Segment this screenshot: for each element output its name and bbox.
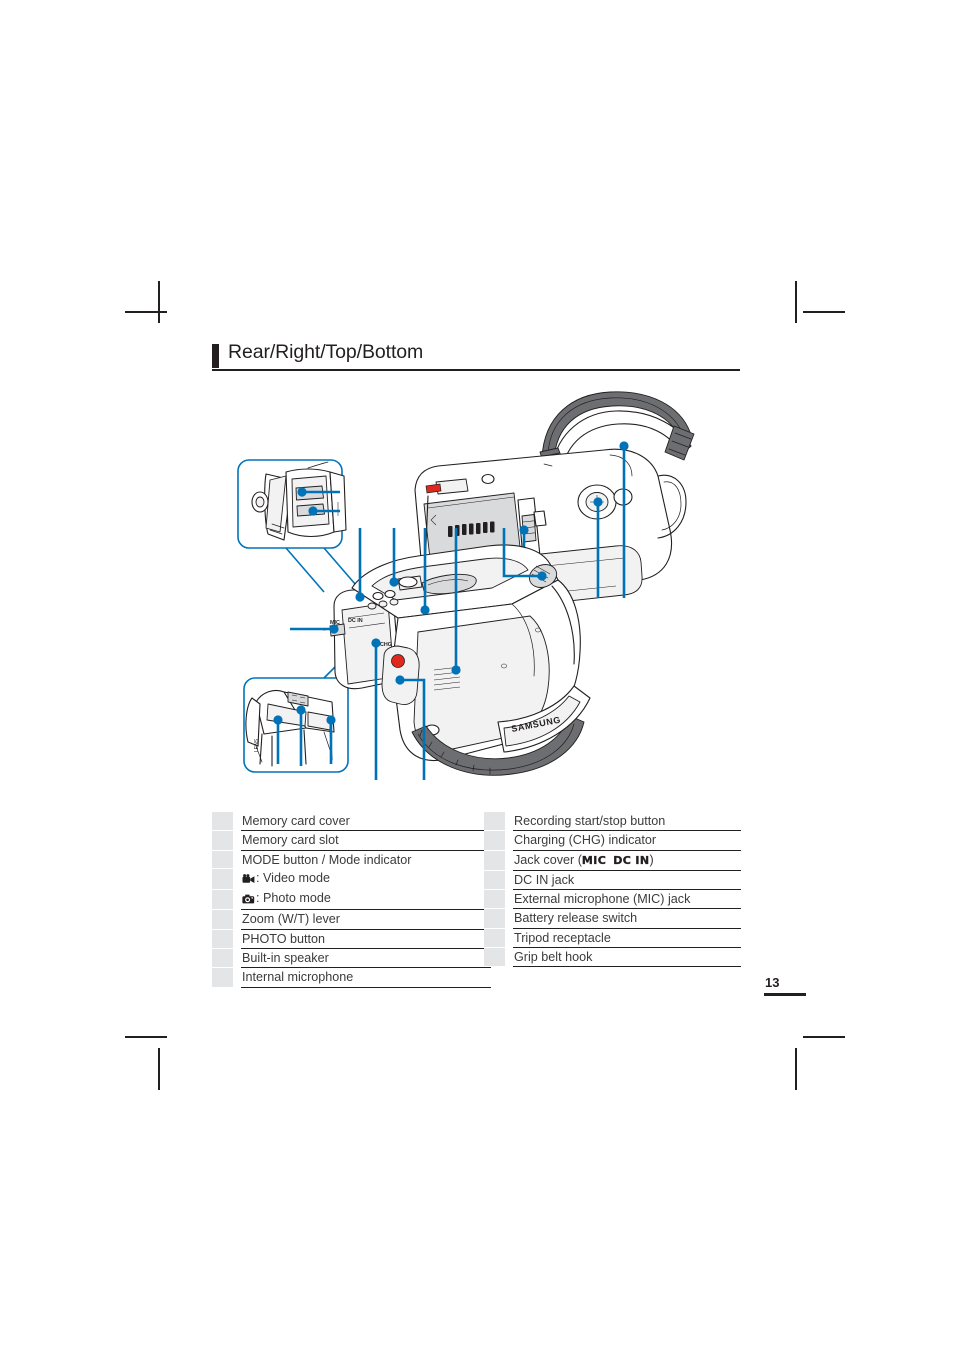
row-gap <box>233 948 241 968</box>
row-number-cell <box>212 889 233 911</box>
crop-mark-top-left-horizontal <box>125 311 167 313</box>
row-gap <box>233 850 241 869</box>
row-number-cell <box>484 830 505 851</box>
video-camera-icon <box>242 871 255 889</box>
row-number-cell <box>212 830 233 851</box>
crop-mark-bottom-left-horizontal <box>125 1036 167 1038</box>
table-row: DC IN jack <box>484 870 741 891</box>
row-number-cell <box>484 947 505 968</box>
row-number-cell <box>212 929 233 950</box>
table-row: Tripod receptacle <box>484 928 741 949</box>
row-gap <box>505 812 513 831</box>
table-row-jack-cover: Jack cover (MIC DC IN) <box>484 850 741 871</box>
row-gap <box>505 830 513 851</box>
table-row: Internal microphone <box>212 967 491 988</box>
heading-accent-bar <box>212 344 219 368</box>
row-label: External microphone (MIC) jack <box>513 889 741 910</box>
row-label: Jack cover ( <box>514 852 582 867</box>
page-number: 13 <box>765 975 780 990</box>
crop-mark-top-left-vertical <box>158 281 160 323</box>
row-gap <box>233 929 241 949</box>
row-number-cell <box>484 908 505 929</box>
table-row-photo-mode: : Photo mode <box>212 889 491 911</box>
table-row: Memory card slot <box>212 830 491 851</box>
callout-detail-b1 <box>273 715 283 764</box>
row-label: MODE button / Mode indicator <box>242 852 412 867</box>
table-row: Grip belt hook <box>484 947 741 968</box>
mic-label: MIC <box>581 853 607 867</box>
row-number-cell <box>212 909 233 930</box>
row-label: Memory card slot <box>241 830 491 851</box>
row-gap <box>233 967 241 988</box>
row-number-cell <box>212 868 233 890</box>
table-row: Battery release switch <box>484 908 741 929</box>
dc-in-label: DC IN <box>613 853 650 867</box>
crop-mark-bottom-left-vertical <box>158 1048 160 1090</box>
row-label: Zoom (W/T) lever <box>241 909 491 930</box>
row-gap <box>505 928 513 948</box>
row-number-cell <box>484 928 505 949</box>
row-number-cell <box>212 812 233 832</box>
row-label: Battery release switch <box>513 908 741 929</box>
row-gap <box>505 947 513 967</box>
callout-detail-b3 <box>326 715 336 764</box>
table-row: Built-in speaker <box>212 948 491 969</box>
main-camcorder-illustration: MIC DC IN CHG SAMSUNG <box>290 528 591 780</box>
row-label: PHOTO button <box>241 929 491 950</box>
table-row: Charging (CHG) indicator <box>484 830 741 851</box>
page-title: Rear/Right/Top/Bottom <box>228 341 424 363</box>
crop-mark-bottom-right-horizontal <box>803 1036 845 1038</box>
row-gap <box>505 889 513 909</box>
row-label: : Video mode <box>256 870 330 885</box>
svg-text:LENS: LENS <box>254 738 260 752</box>
row-number-cell <box>484 870 505 891</box>
memory-card-slot-detail-box <box>237 459 363 593</box>
camcorder-diagram: .ln { fill:none; stroke:#231f20; stroke-… <box>212 380 772 800</box>
row-gap <box>233 868 241 890</box>
photo-camera-icon <box>242 891 255 909</box>
row-number-cell <box>484 889 505 910</box>
row-gap <box>233 889 241 910</box>
row-gap <box>233 830 241 851</box>
row-number-cell <box>484 850 505 871</box>
row-label: Internal microphone <box>241 967 491 988</box>
callout-jack-cover <box>290 624 339 634</box>
row-number-cell <box>212 967 233 988</box>
row-label: DC IN jack <box>513 870 741 891</box>
row-number-cell <box>212 850 233 870</box>
row-label: Built-in speaker <box>241 948 491 969</box>
crop-mark-top-right-horizontal <box>803 311 845 313</box>
row-label: Recording start/stop button <box>513 812 741 832</box>
table-row: MODE button / Mode indicator <box>212 850 491 870</box>
table-row: Recording start/stop button <box>484 812 741 832</box>
table-row: Memory card cover <box>212 812 491 832</box>
row-number-cell <box>484 812 505 832</box>
crop-mark-bottom-right-vertical <box>795 1048 797 1090</box>
crop-mark-top-right-vertical <box>795 281 797 323</box>
row-label: Charging (CHG) indicator <box>513 830 741 851</box>
row-gap <box>505 870 513 890</box>
table-row-video-mode: : Video mode <box>212 868 491 890</box>
table-row: Zoom (W/T) lever <box>212 909 491 930</box>
recording-button <box>381 645 420 705</box>
parts-list-left: Memory card cover Memory card slot MODE … <box>212 812 491 988</box>
row-label-end: ) <box>649 852 654 867</box>
row-label: Memory card cover <box>241 812 491 832</box>
table-row: PHOTO button <box>212 929 491 950</box>
svg-text:DC IN: DC IN <box>348 618 363 624</box>
table-row: External microphone (MIC) jack <box>484 889 741 910</box>
page-number-block: 13 <box>742 976 806 996</box>
row-number-cell <box>212 948 233 969</box>
row-label: Grip belt hook <box>513 947 741 968</box>
row-label: : Photo mode <box>256 891 331 906</box>
row-gap <box>505 908 513 929</box>
row-label: Tripod receptacle <box>513 928 741 949</box>
row-gap <box>233 909 241 930</box>
row-gap <box>233 812 241 831</box>
page-number-rule <box>764 993 806 996</box>
heading-rule <box>212 369 740 371</box>
parts-list-right: Recording start/stop button Charging (CH… <box>484 812 741 968</box>
section-heading: Rear/Right/Top/Bottom <box>212 341 740 371</box>
row-gap <box>505 850 513 871</box>
